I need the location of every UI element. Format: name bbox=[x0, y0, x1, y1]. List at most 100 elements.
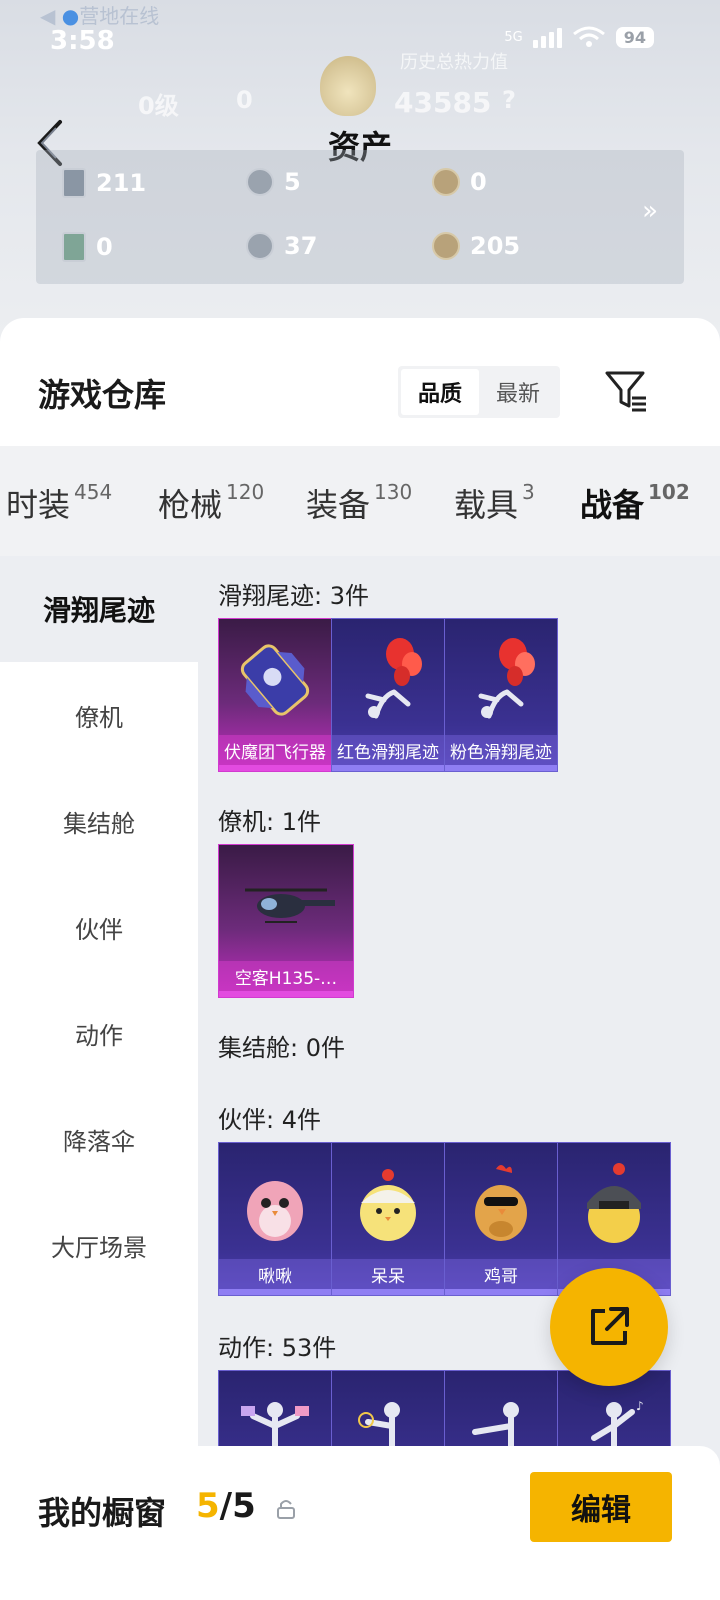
sidebar-item-assembly-pod[interactable]: 集结舱 bbox=[0, 768, 198, 874]
rarity-strip bbox=[219, 765, 331, 771]
online-dot: ● bbox=[61, 4, 80, 28]
asset-item: 205 bbox=[432, 232, 520, 260]
share-fab[interactable] bbox=[550, 1268, 668, 1386]
sidebar-item-parachute[interactable]: 降落伞 bbox=[0, 1086, 198, 1192]
player-level-value: 0 bbox=[236, 86, 253, 114]
rarity-strip bbox=[219, 991, 353, 997]
tab-equipment[interactable]: 装备 130 bbox=[306, 480, 412, 526]
signal-icon bbox=[532, 26, 562, 48]
tab-count: 102 bbox=[648, 480, 690, 504]
heat-help-icon[interactable]: ? bbox=[502, 86, 516, 114]
back-link-label: 营地在线 bbox=[79, 4, 160, 28]
helmet-chick-art bbox=[558, 1149, 670, 1259]
tab-vehicles[interactable]: 载具 3 bbox=[454, 480, 535, 526]
tab-label: 战备 bbox=[580, 486, 645, 524]
yellow-chick-art bbox=[332, 1149, 444, 1259]
item-name: 红色滑翔尾迹 bbox=[332, 735, 444, 765]
item-name: 鸡哥 bbox=[445, 1259, 557, 1289]
rarity-strip bbox=[332, 1289, 444, 1295]
item-name: 空客H135-… bbox=[219, 961, 353, 991]
asset-item: 0 bbox=[62, 232, 113, 262]
rarity-strip bbox=[445, 765, 557, 771]
green-card-icon bbox=[62, 232, 86, 262]
item-card[interactable]: 呆呆 bbox=[331, 1142, 445, 1296]
section-title: 僚机: 1件 bbox=[218, 808, 321, 836]
warehouse-title: 游戏仓库 bbox=[38, 376, 167, 414]
asset-value: 0 bbox=[470, 168, 487, 196]
gold-coin-icon bbox=[432, 168, 460, 196]
showcase-bar: 我的橱窗 5/5 编辑 bbox=[0, 1446, 720, 1600]
item-card[interactable]: 鸡哥 bbox=[444, 1142, 558, 1296]
tab-count: 120 bbox=[226, 480, 265, 504]
back-to-app-link[interactable]: ◀ ●营地在线 bbox=[40, 0, 159, 29]
red-trail-art bbox=[332, 625, 444, 735]
player-level: 0级 bbox=[138, 92, 179, 120]
section-title: 集结舱: 0件 bbox=[218, 1034, 345, 1062]
warehouse-sheet: 游戏仓库 品质 最新 时装 454 枪械 120 装备 130 载具 3 战备 102 滑… bbox=[0, 318, 720, 1600]
status-time: 3:58 bbox=[50, 26, 115, 56]
status-indicators: 5G 94 bbox=[504, 26, 654, 48]
network-label: 5G bbox=[504, 29, 523, 45]
asset-panel[interactable]: 211 5 0 0 37 205 » bbox=[36, 150, 684, 284]
filter-icon[interactable] bbox=[604, 368, 650, 414]
tab-battle-gear[interactable]: 战备 102 bbox=[580, 480, 690, 526]
showcase-title: 我的橱窗 bbox=[38, 1494, 167, 1532]
sort-latest-button[interactable]: 最新 bbox=[479, 369, 557, 415]
tab-label: 载具 bbox=[454, 486, 519, 524]
heat-flame-icon bbox=[320, 56, 376, 116]
item-card[interactable]: 伏魔团飞行器 bbox=[218, 618, 332, 772]
sidebar-item-lobby-scene[interactable]: 大厅场景 bbox=[0, 1192, 198, 1298]
showcase-total: /5 bbox=[219, 1486, 256, 1526]
warehouse-header: 游戏仓库 品质 最新 bbox=[0, 318, 720, 446]
tab-weapons[interactable]: 枪械 120 bbox=[158, 480, 264, 526]
section-title: 滑翔尾迹: 3件 bbox=[218, 582, 369, 610]
tab-count: 3 bbox=[522, 480, 535, 504]
asset-item: 211 bbox=[62, 168, 146, 198]
category-tabs: 时装 454 枪械 120 装备 130 载具 3 战备 102 bbox=[0, 446, 720, 556]
external-link-icon bbox=[591, 1307, 629, 1345]
section-title: 动作: 53件 bbox=[218, 1334, 337, 1362]
item-card[interactable]: 粉色滑翔尾迹 bbox=[444, 618, 558, 772]
sidebar-item-emote[interactable]: 动作 bbox=[0, 980, 198, 1086]
tab-fashion[interactable]: 时装 454 bbox=[6, 480, 112, 526]
asset-item: 37 bbox=[246, 232, 317, 260]
asset-value: 37 bbox=[284, 232, 318, 260]
card-icon bbox=[62, 168, 86, 198]
pink-chick-art bbox=[219, 1149, 331, 1259]
category-sidebar: 滑翔尾迹 僚机 集结舱 伙伴 动作 降落伞 大厅场景 bbox=[0, 556, 198, 1600]
silver-token-icon bbox=[246, 232, 274, 260]
pink-trail-art bbox=[445, 625, 557, 735]
sidebar-item-companion[interactable]: 伙伴 bbox=[0, 874, 198, 980]
rarity-strip bbox=[445, 1289, 557, 1295]
rarity-strip bbox=[332, 765, 444, 771]
wifi-icon bbox=[572, 26, 605, 47]
sort-toggle: 品质 最新 bbox=[398, 366, 560, 418]
double-chevron-right-icon[interactable]: » bbox=[642, 196, 658, 226]
heat-value: 43585 bbox=[394, 86, 492, 119]
asset-value: 0 bbox=[96, 233, 113, 261]
tab-count: 130 bbox=[374, 480, 413, 504]
bronze-token-icon bbox=[432, 232, 460, 260]
item-card[interactable]: 空客H135-… bbox=[218, 844, 354, 998]
tab-label: 枪械 bbox=[158, 486, 223, 524]
item-name: 呆呆 bbox=[332, 1259, 444, 1289]
sidebar-item-glide-trail[interactable]: 滑翔尾迹 bbox=[0, 556, 198, 662]
item-name: 啾啾 bbox=[219, 1259, 331, 1289]
item-row: 空客H135-… bbox=[218, 844, 354, 998]
tab-count: 454 bbox=[74, 480, 113, 504]
edit-button[interactable]: 编辑 bbox=[530, 1472, 672, 1542]
lock-icon bbox=[277, 1500, 295, 1519]
asset-item: 5 bbox=[246, 168, 301, 196]
item-card[interactable]: 红色滑翔尾迹 bbox=[331, 618, 445, 772]
item-row: 伏魔团飞行器 红色滑翔尾迹 粉色滑翔尾迹 bbox=[218, 618, 558, 772]
showcase-current: 5 bbox=[196, 1486, 220, 1526]
asset-item: 0 bbox=[432, 168, 487, 196]
sidebar-item-wingman[interactable]: 僚机 bbox=[0, 662, 198, 768]
helicopter-art bbox=[219, 851, 353, 961]
item-name: 伏魔团飞行器 bbox=[219, 735, 331, 765]
header-background: ◀ ●营地在线 3:58 5G 94 0级 0 历史总热力值 43585 ? 资… bbox=[0, 0, 720, 340]
svg-text:♪: ♪ bbox=[636, 1399, 644, 1413]
item-card[interactable]: 啾啾 bbox=[218, 1142, 332, 1296]
section-title: 伙伴: 4件 bbox=[218, 1106, 321, 1134]
sort-quality-button[interactable]: 品质 bbox=[401, 369, 479, 415]
